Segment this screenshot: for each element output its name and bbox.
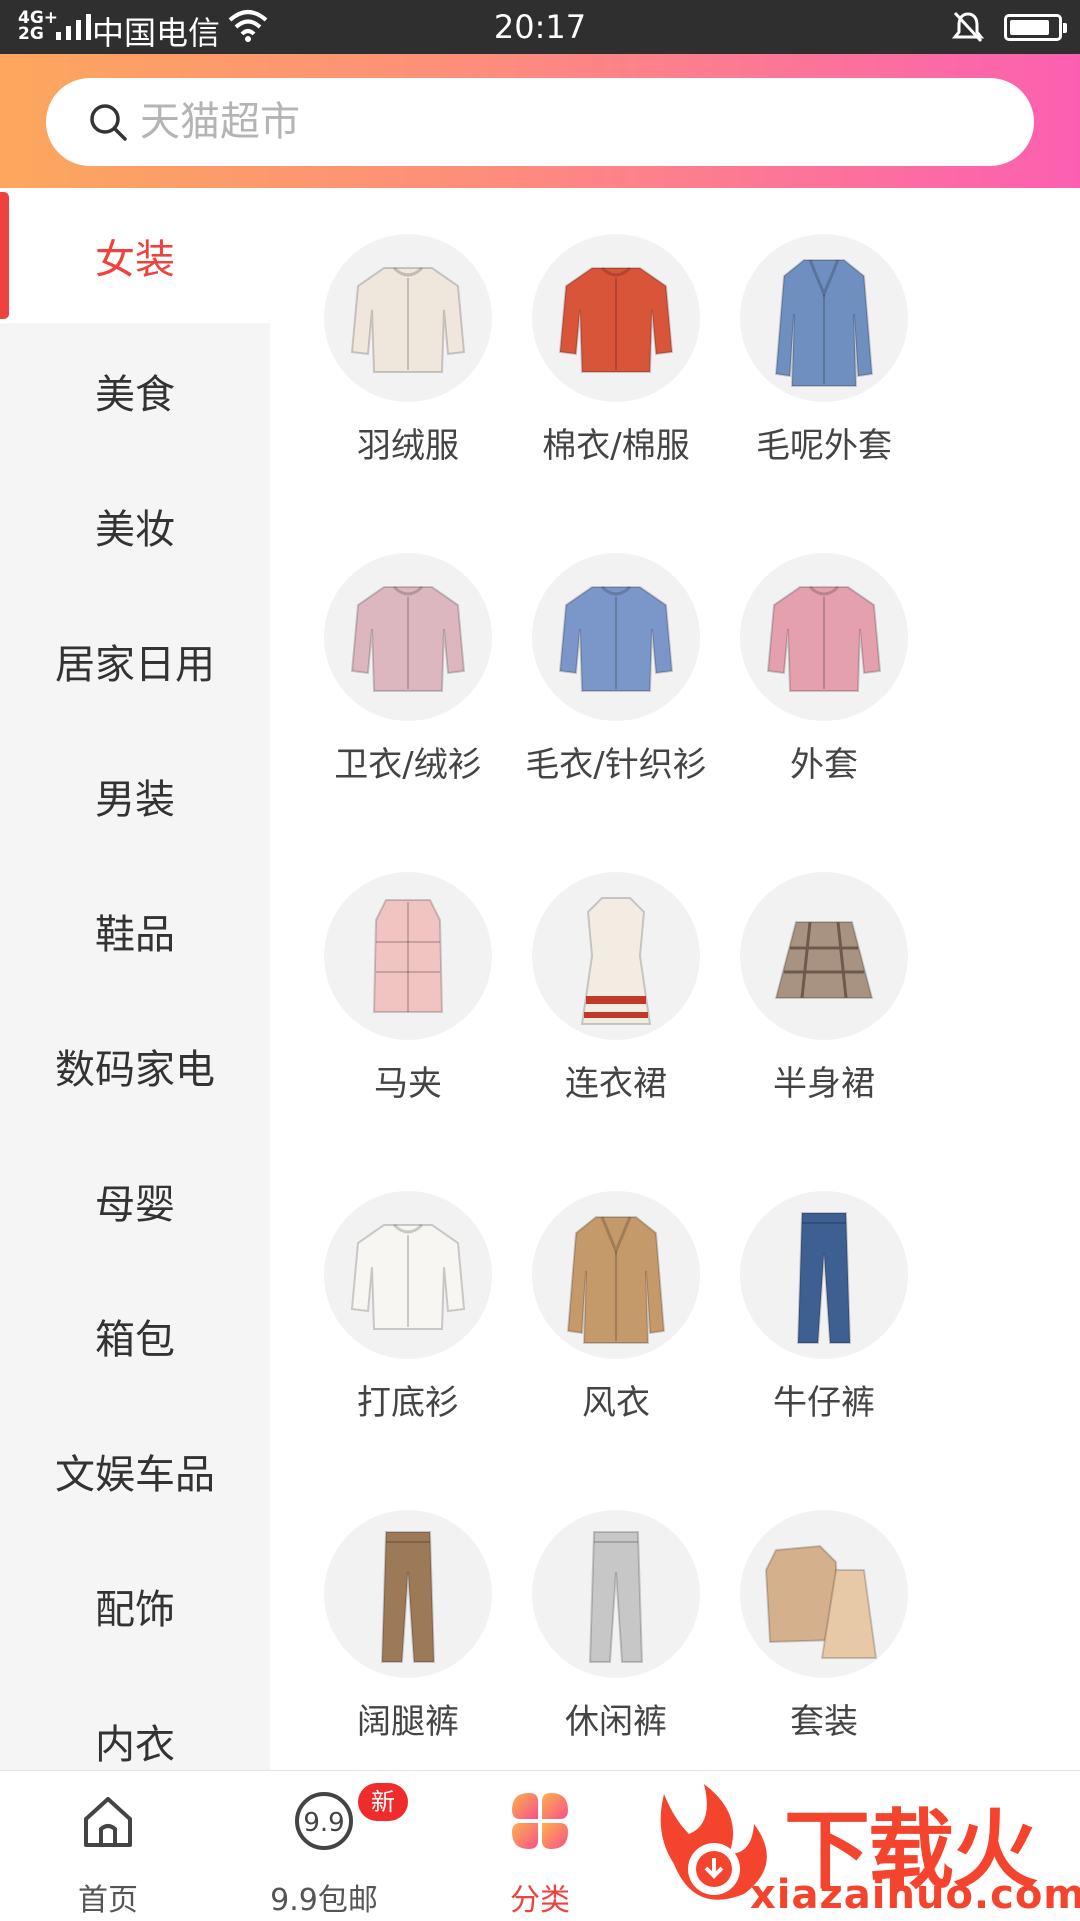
subcategory-item[interactable]: 卫衣/绒衫 (288, 507, 528, 807)
search-icon (90, 104, 127, 141)
bell-muted-icon (952, 11, 984, 43)
sidebar-item[interactable]: 配饰 (0, 1538, 270, 1673)
dress-icon (532, 872, 700, 1040)
casual-pants-icon (532, 1510, 700, 1678)
sidebar-item[interactable]: 内衣 (0, 1673, 270, 1770)
tab-home-label: 首页 (78, 1883, 138, 1918)
sidebar-item[interactable]: 箱包 (0, 1268, 270, 1403)
wide-pants-icon (324, 1510, 492, 1678)
sidebar-item-label: 箱包 (95, 1316, 175, 1363)
tab-category-label: 分类 (510, 1883, 570, 1918)
subcategory-item[interactable]: 休闲裤 (496, 1464, 736, 1764)
subcategory-label: 卫衣/绒衫 (334, 745, 482, 785)
subcategory-grid: 羽绒服 棉衣/棉服 毛呢外套 卫衣/绒衫 毛衣/针织衫 外套 马夹 连衣裙 半身… (270, 188, 1080, 1770)
subcategory-label: 棉衣/棉服 (542, 426, 690, 466)
subcategory-item[interactable]: 阔腿裤 (288, 1464, 528, 1764)
subcategory-label: 打底衫 (357, 1383, 459, 1423)
sidebar-item-label: 鞋品 (95, 911, 175, 958)
trench-coat-icon (532, 1191, 700, 1359)
subcategory-item[interactable]: 连衣裙 (496, 826, 736, 1126)
sidebar-item-label: 男装 (95, 776, 175, 823)
subcategory-label: 套装 (790, 1702, 858, 1742)
subcategory-label: 毛衣/针织衫 (525, 745, 707, 785)
category-sidebar: 女装美食美妆居家日用男装鞋品数码家电母婴箱包文娱车品配饰内衣 (0, 188, 270, 1770)
nine-nine-icon: 9.9 (295, 1792, 353, 1850)
subcategory-item[interactable]: 打底衫 (288, 1145, 528, 1445)
watermark-logo: 下载火 xiazaihuo.com (634, 1774, 1080, 1920)
subcategory-item[interactable]: 半身裙 (704, 826, 944, 1126)
sidebar-item-label: 内衣 (95, 1721, 175, 1768)
subcategory-label: 风衣 (582, 1383, 650, 1423)
subcategory-label: 牛仔裤 (773, 1383, 875, 1423)
vest-icon (324, 872, 492, 1040)
subcategory-label: 毛呢外套 (756, 426, 892, 466)
plaid-skirt-icon (740, 872, 908, 1040)
status-bar: 4G+ 2G 中国电信 20:17 (0, 0, 1080, 54)
subcategory-item[interactable]: 外套 (704, 507, 944, 807)
sidebar-item[interactable]: 文娱车品 (0, 1403, 270, 1538)
subcategory-item[interactable]: 羽绒服 (288, 188, 528, 488)
watermark-url: xiazaihuo.com (750, 1872, 1080, 1918)
search-input[interactable] (140, 78, 1000, 166)
wool-coat-icon (740, 234, 908, 402)
sidebar-item-label: 美食 (95, 371, 175, 418)
sidebar-item-label: 女装 (95, 236, 175, 283)
sidebar-item-label: 美妆 (95, 506, 175, 553)
sidebar-item[interactable]: 居家日用 (0, 593, 270, 728)
subcategory-label: 连衣裙 (565, 1064, 667, 1104)
sidebar-item-label: 文娱车品 (55, 1451, 215, 1498)
suit-set-icon (740, 1510, 908, 1678)
subcategory-item[interactable]: 毛衣/针织衫 (496, 507, 736, 807)
sidebar-item-label: 数码家电 (55, 1046, 215, 1093)
subcategory-item[interactable]: 马夹 (288, 826, 528, 1126)
tab-nine-nine-label: 9.9包邮 (270, 1883, 378, 1918)
sidebar-item[interactable]: 数码家电 (0, 998, 270, 1133)
sidebar-item[interactable]: 美妆 (0, 458, 270, 593)
sidebar-item[interactable]: 男装 (0, 728, 270, 863)
new-badge: 新 (358, 1783, 408, 1821)
search-bar[interactable] (46, 78, 1034, 166)
battery-icon (1004, 14, 1067, 41)
category-flower-icon (512, 1793, 568, 1849)
sidebar-item[interactable]: 鞋品 (0, 863, 270, 998)
header (0, 54, 1080, 188)
subcategory-item[interactable]: 棉衣/棉服 (496, 188, 736, 488)
subcategory-label: 外套 (790, 745, 858, 785)
down-jacket-icon (324, 234, 492, 402)
subcategory-label: 休闲裤 (565, 1702, 667, 1742)
subcategory-item[interactable]: 毛呢外套 (704, 188, 944, 488)
sidebar-item[interactable]: 美食 (0, 323, 270, 458)
sidebar-item-label: 母婴 (95, 1181, 175, 1228)
subcategory-label: 半身裙 (773, 1064, 875, 1104)
sidebar-item-label: 居家日用 (55, 641, 215, 688)
subcategory-label: 阔腿裤 (357, 1702, 459, 1742)
padded-coat-icon (532, 234, 700, 402)
sweatshirt-icon (324, 553, 492, 721)
tab-nine-nine[interactable]: 9.9 新 9.9包邮 (216, 1771, 432, 1921)
tab-category[interactable]: 分类 (432, 1771, 648, 1921)
leather-jacket-icon (740, 553, 908, 721)
clock: 20:17 (493, 8, 587, 46)
sidebar-item[interactable]: 女装 (0, 188, 270, 323)
battery-level (1010, 20, 1049, 35)
tab-home[interactable]: 首页 (0, 1771, 216, 1921)
sidebar-item[interactable]: 母婴 (0, 1133, 270, 1268)
sweater-icon (532, 553, 700, 721)
subcategory-item[interactable]: 套装 (704, 1464, 944, 1764)
subcategory-label: 马夹 (374, 1064, 442, 1104)
turtleneck-icon (324, 1191, 492, 1359)
subcategory-item[interactable]: 风衣 (496, 1145, 736, 1445)
home-icon (84, 1797, 132, 1847)
svg-text:9.9: 9.9 (303, 1808, 344, 1838)
jeans-icon (740, 1191, 908, 1359)
sidebar-item-label: 配饰 (95, 1586, 175, 1633)
subcategory-label: 羽绒服 (357, 426, 459, 466)
subcategory-item[interactable]: 牛仔裤 (704, 1145, 944, 1445)
